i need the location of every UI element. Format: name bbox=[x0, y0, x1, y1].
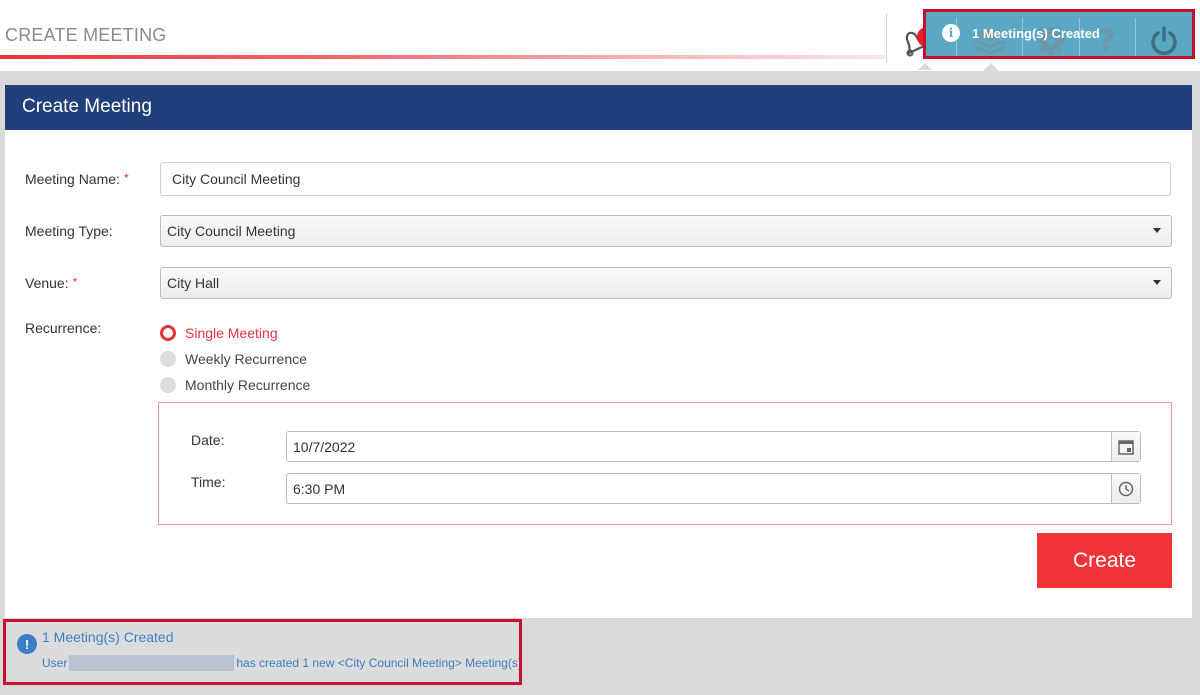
radio-unselected-icon bbox=[160, 377, 176, 393]
date-picker[interactable]: 10/7/2022 bbox=[286, 431, 1141, 462]
radio-single-meeting[interactable]: Single Meeting bbox=[160, 325, 278, 341]
meeting-type-select[interactable]: City Council Meeting bbox=[160, 215, 1172, 247]
clock-icon[interactable] bbox=[1111, 474, 1140, 503]
meeting-name-input[interactable]: City Council Meeting bbox=[160, 162, 1171, 196]
radio-weekly-recurrence[interactable]: Weekly Recurrence bbox=[160, 351, 307, 367]
recurrence-label: Recurrence: bbox=[25, 320, 102, 336]
header-divider bbox=[886, 14, 887, 62]
meeting-type-label: Meeting Type: bbox=[25, 223, 113, 239]
chevron-down-icon bbox=[1153, 280, 1161, 285]
schedule-box: Date: 10/7/2022 Time: 6:30 PM bbox=[158, 402, 1172, 525]
create-meeting-panel: Create Meeting Meeting Name: * City Counc… bbox=[5, 85, 1192, 618]
time-label: Time: bbox=[191, 474, 226, 490]
top-bar: CREATE MEETING ? i 1 Meeting(s) Created bbox=[0, 0, 1200, 71]
notification-highlight bbox=[3, 619, 522, 685]
toast-caret bbox=[983, 63, 999, 71]
meeting-name-label: Meeting Name: * bbox=[25, 171, 129, 187]
date-label: Date: bbox=[191, 432, 225, 448]
venue-select[interactable]: City Hall bbox=[160, 267, 1172, 299]
time-picker[interactable]: 6:30 PM bbox=[286, 473, 1141, 504]
page-title: CREATE MEETING bbox=[5, 25, 167, 45]
bell-caret bbox=[918, 63, 932, 70]
panel-title: Create Meeting bbox=[5, 85, 1192, 130]
chevron-down-icon bbox=[1153, 228, 1161, 233]
venue-label: Venue: * bbox=[25, 275, 78, 291]
radio-selected-icon bbox=[160, 325, 176, 341]
radio-unselected-icon bbox=[160, 351, 176, 367]
create-button[interactable]: Create bbox=[1037, 533, 1172, 588]
radio-monthly-recurrence[interactable]: Monthly Recurrence bbox=[160, 377, 310, 393]
toast-highlight bbox=[923, 9, 1195, 59]
calendar-icon[interactable] bbox=[1111, 432, 1140, 461]
title-underline bbox=[0, 55, 885, 59]
